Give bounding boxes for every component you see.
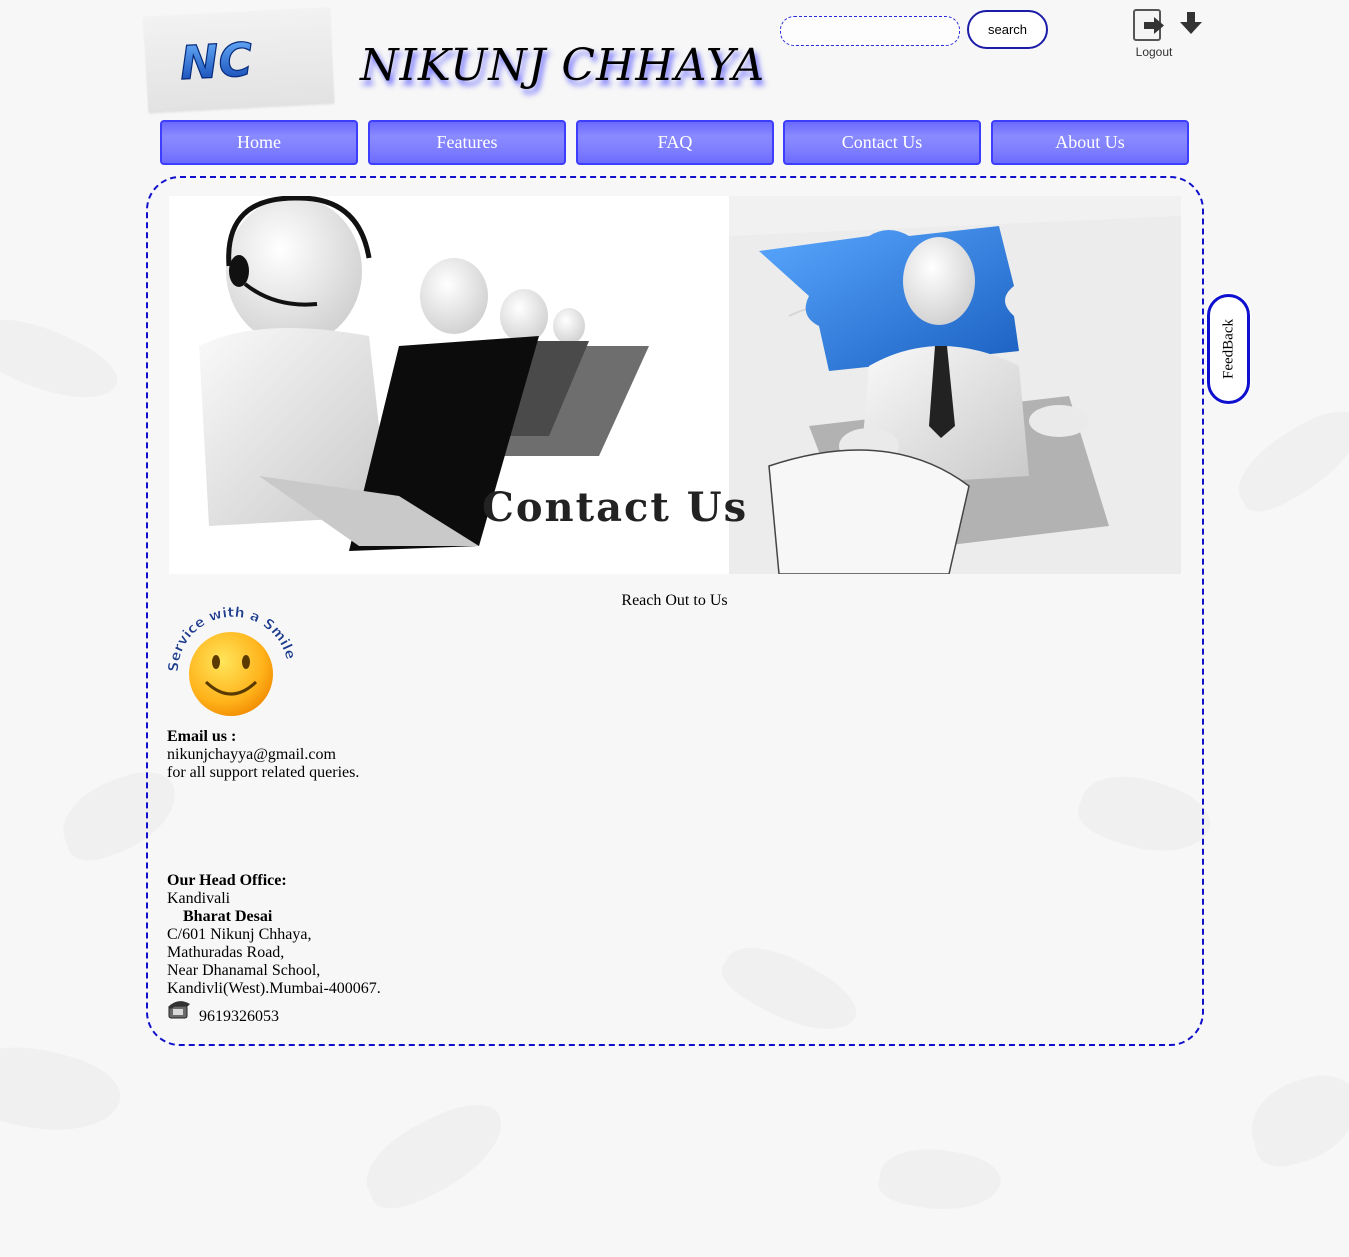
email-note: for all support related queries. bbox=[167, 764, 360, 781]
logout-button[interactable]: Logout bbox=[1128, 8, 1180, 62]
service-smile-badge: Service with a Smile bbox=[166, 605, 299, 720]
nc-logo-icon: NC bbox=[178, 32, 254, 91]
email-address[interactable]: nikunjchayya@gmail.com bbox=[167, 746, 359, 764]
logo-text: NC bbox=[179, 32, 254, 90]
office-section: Our Head Office: Kandivali Bharat Desai … bbox=[167, 872, 381, 998]
nav-faq[interactable]: FAQ bbox=[576, 120, 774, 165]
background-shape bbox=[875, 1140, 1005, 1220]
background-shape bbox=[0, 301, 126, 419]
download-arrow-icon[interactable] bbox=[1180, 12, 1202, 36]
background-shape bbox=[1241, 1067, 1349, 1173]
address-line: Kandivli(West).Mumbai-400067. bbox=[167, 980, 381, 997]
office-area: Kandivali bbox=[167, 890, 231, 907]
logout-icon bbox=[1133, 9, 1164, 41]
email-heading: Email us : bbox=[167, 728, 237, 745]
address-line: Near Dhanamal School, bbox=[167, 962, 321, 979]
address-line: Mathuradas Road, bbox=[167, 944, 285, 961]
phone-row: 9619326053 bbox=[167, 1000, 279, 1025]
search-button[interactable]: search bbox=[967, 10, 1048, 49]
nav-about-us[interactable]: About Us bbox=[991, 120, 1189, 165]
smiley-icon: Service with a Smile bbox=[166, 605, 299, 716]
search-input[interactable] bbox=[780, 16, 960, 46]
site-logo[interactable]: NC bbox=[143, 7, 335, 113]
nav-features[interactable]: Features bbox=[368, 120, 566, 165]
nav-home[interactable]: Home bbox=[160, 120, 358, 165]
logout-label: Logout bbox=[1135, 45, 1173, 59]
phone-icon bbox=[168, 1001, 190, 1019]
background-shape bbox=[352, 1091, 518, 1219]
main-navigation: Home Features FAQ Contact Us About Us bbox=[160, 120, 1190, 165]
nav-contact-us[interactable]: Contact Us bbox=[783, 120, 981, 165]
feedback-label: FeedBack bbox=[1220, 319, 1236, 379]
background-shape bbox=[1224, 399, 1349, 521]
office-person: Bharat Desai bbox=[183, 908, 273, 925]
feedback-tab[interactable]: FeedBack bbox=[1207, 294, 1250, 404]
address-line: C/601 Nikunj Chhaya, bbox=[167, 926, 312, 943]
site-title: NIKUNJ CHHAYA bbox=[360, 40, 766, 91]
office-heading: Our Head Office: bbox=[167, 872, 287, 889]
contact-banner-image: Contact Us bbox=[169, 196, 1181, 574]
banner-title: Contact Us bbox=[482, 484, 749, 531]
phone-number: 9619326053 bbox=[199, 1008, 279, 1025]
email-section: Email us : nikunjchayya@gmail.com for al… bbox=[167, 728, 359, 782]
background-shape bbox=[0, 1030, 128, 1150]
